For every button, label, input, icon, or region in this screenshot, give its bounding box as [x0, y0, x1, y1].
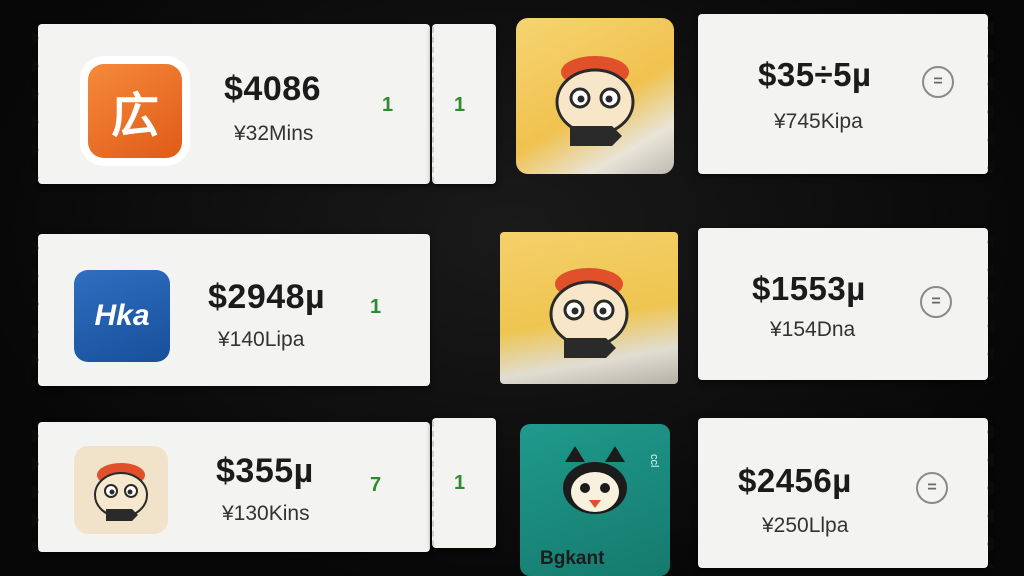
app-brand-label: Bgkant — [540, 548, 605, 569]
ticket-card[interactable]: Hka $2948µ ¥140Lipa 1 — [32, 234, 430, 386]
price-cny: ¥130Kins — [222, 502, 310, 525]
app-side-label: ccl — [648, 454, 660, 468]
ticket-grid: 広 $4086 ¥32Mins 1 1 $35÷5µ ¥745Kipa = Hk… — [0, 0, 1024, 576]
price-usd: $355µ — [216, 452, 314, 490]
price-cny: ¥32Mins — [234, 122, 314, 145]
owl-icon — [94, 463, 148, 521]
price-cny: ¥250Llpa — [762, 514, 849, 537]
price-usd: $2456µ — [738, 462, 852, 499]
ticket-card[interactable]: $35÷5µ ¥745Kipa = — [698, 14, 994, 174]
ticket-row-3: $355µ ¥130Kins 7 1 $2456µ ¥250Llpa = — [0, 418, 1024, 576]
count-badge: 1 — [370, 296, 382, 318]
menu-glyph: = — [931, 293, 941, 310]
ticket-card[interactable]: 広 $4086 ¥32Mins 1 — [32, 24, 430, 184]
teal-owl-app-icon[interactable]: Bgkant ccl — [520, 424, 670, 576]
owl-mascot-icon — [555, 56, 635, 147]
price-cny: ¥140Lipa — [218, 328, 305, 351]
price-cny: ¥745Kipa — [774, 110, 863, 133]
count-badge: 1 — [454, 472, 466, 494]
ticket-row-1: 広 $4086 ¥32Mins 1 1 $35÷5µ ¥745Kipa = — [0, 14, 1024, 184]
price-usd: $35÷5µ — [758, 56, 872, 93]
ticket-stub: 1 — [432, 418, 496, 548]
price-usd: $1553µ — [752, 270, 866, 307]
ticket-stub: 1 — [432, 24, 496, 184]
ticket-card[interactable]: $2456µ ¥250Llpa = — [698, 418, 994, 568]
app-icon-glyph: 広 — [110, 88, 159, 144]
blue-app-icon: Hka — [74, 270, 170, 362]
menu-glyph: = — [933, 73, 943, 90]
owl-photo[interactable] — [516, 18, 674, 174]
app-icon-text: Hka — [94, 299, 150, 332]
menu-icon[interactable]: = — [922, 66, 954, 98]
ticket-card[interactable]: $1553µ ¥154Dna = — [698, 228, 994, 380]
count-badge: 1 — [454, 94, 466, 116]
menu-glyph: = — [927, 479, 937, 496]
teal-owl-icon — [563, 445, 627, 514]
menu-icon[interactable]: = — [916, 472, 948, 504]
owl-photo[interactable] — [500, 232, 678, 384]
owl-app-icon — [74, 446, 168, 534]
ticket-card[interactable]: $355µ ¥130Kins 7 — [32, 422, 430, 552]
price-usd: $2948µ — [208, 278, 326, 316]
price-cny: ¥154Dna — [770, 318, 856, 341]
menu-icon[interactable]: = — [920, 286, 952, 318]
orange-app-icon: 広 — [88, 64, 182, 158]
price-usd: $4086 — [224, 70, 322, 108]
owl-mascot-icon — [549, 268, 629, 359]
count-badge: 1 — [382, 94, 394, 116]
count-badge: 7 — [370, 474, 382, 496]
